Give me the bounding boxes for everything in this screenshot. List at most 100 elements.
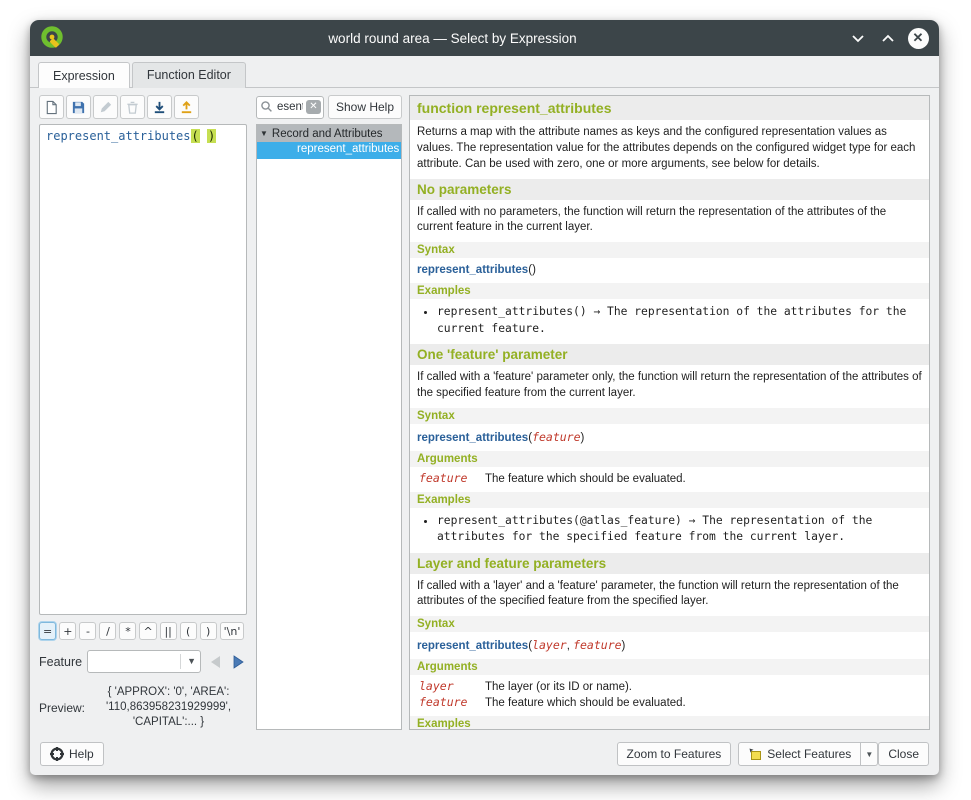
example-code: represent_attributes() [437, 305, 587, 318]
select-features-label: Select Features [767, 747, 851, 761]
example-code: represent_attributes(@atlas_feature) [437, 514, 682, 527]
help-section-heading: Layer and feature parameters [410, 553, 929, 574]
edit-expression-button[interactable] [93, 95, 118, 119]
operator-button-open-paren[interactable]: ( [180, 622, 197, 640]
operator-button-divide[interactable]: / [99, 622, 116, 640]
select-features-dropdown-button[interactable]: ▼ [861, 742, 878, 766]
import-expression-button[interactable] [147, 95, 172, 119]
operator-button-plus[interactable]: + [59, 622, 76, 640]
panel-splitter[interactable] [247, 95, 256, 730]
export-expression-button[interactable] [174, 95, 199, 119]
tab-function-editor[interactable]: Function Editor [132, 62, 246, 88]
preview-label: Preview: [39, 701, 85, 715]
help-panel-container: function represent_attributesReturns a m… [409, 95, 930, 730]
function-name: represent_attributes [417, 432, 528, 444]
feature-combobox[interactable]: ▼ [87, 650, 201, 673]
operator-button-close-paren[interactable]: ) [200, 622, 217, 640]
function-name: represent_attributes [417, 264, 528, 276]
operator-row: =+-/*^||()'\n' [39, 622, 247, 640]
next-feature-button[interactable] [229, 653, 247, 671]
help-button[interactable]: Help [40, 742, 104, 766]
feature-row: Feature ▼ [39, 650, 247, 673]
trash-icon [125, 100, 140, 115]
arguments-table: layerThe layer (or its ID or name).featu… [410, 675, 929, 714]
search-icon [260, 100, 273, 113]
open-paren-highlight: ( [191, 129, 200, 143]
select-features-split-button: Select Features ▼ [738, 742, 878, 766]
select-features-icon [748, 747, 762, 761]
tree-group-record-and-attributes[interactable]: ▼ Record and Attributes [257, 125, 401, 142]
help-paragraph: Returns a map with the attribute names a… [410, 120, 929, 177]
operator-button-minus[interactable]: - [79, 622, 96, 640]
preview-row: Preview: { 'APPROX': '0', 'AREA': '110,8… [39, 685, 247, 730]
close-window-button[interactable]: ✕ [907, 27, 929, 49]
tree-item-represent-attributes[interactable]: represent_attributes [257, 142, 401, 159]
close-icon: ✕ [908, 28, 929, 49]
help-panel: function represent_attributesReturns a m… [409, 95, 930, 730]
expression-toolbar [39, 95, 247, 119]
example-item: represent_attributes(@atlas_feature) → T… [437, 513, 929, 546]
help-subheading: Syntax [410, 242, 929, 258]
examples-list: represent_attributes() → The representat… [410, 304, 929, 337]
operator-button-equals[interactable]: = [39, 622, 56, 640]
window-title: world round area — Select by Expression [66, 31, 839, 46]
dialog-content: represent_attributes( ) =+-/*^||()'\n' F… [30, 88, 939, 736]
syntax-argument: layer [532, 638, 567, 652]
help-subheading: Arguments [410, 659, 929, 675]
select-features-button[interactable]: Select Features [738, 742, 861, 766]
expression-editor[interactable]: represent_attributes( ) [39, 124, 247, 615]
tab-expression[interactable]: Expression [38, 62, 130, 88]
help-subheading: Syntax [410, 616, 929, 632]
close-button[interactable]: Close [878, 742, 929, 766]
help-section-heading: One 'feature' parameter [410, 344, 929, 365]
zoom-to-features-button[interactable]: Zoom to Features [617, 742, 732, 766]
new-file-icon [44, 100, 59, 115]
clear-search-button[interactable]: ✕ [306, 100, 321, 114]
save-expression-button[interactable] [66, 95, 91, 119]
argument-description: The layer (or its ID or name). [485, 681, 922, 693]
select-by-expression-dialog: world round area — Select by Expression … [30, 20, 939, 775]
operator-button-power[interactable]: ^ [139, 622, 156, 640]
button-bar: Help Zoom to Features Select Features ▼ … [30, 736, 939, 775]
zoom-to-features-label: Zoom to Features [627, 747, 722, 761]
help-subheading: Examples [410, 492, 929, 508]
syntax-argument: feature [532, 430, 580, 444]
operator-button-newline[interactable]: '\n' [220, 622, 245, 640]
panel-gap [402, 95, 409, 730]
argument-description: The feature which should be evaluated. [485, 697, 922, 709]
argument-name: feature [419, 695, 485, 709]
function-list-panel: ✕ Show Help ▼ Record and Attributes repr… [256, 95, 402, 730]
help-subheading: Examples [410, 716, 929, 730]
help-subheading: Examples [410, 283, 929, 299]
function-tree: ▼ Record and Attributes represent_attrib… [256, 124, 402, 730]
help-icon [50, 747, 64, 761]
close-button-label: Close [888, 747, 919, 761]
operator-button-multiply[interactable]: * [119, 622, 136, 640]
syntax-code: represent_attributes(layer, feature) [410, 632, 929, 657]
tree-group-label: Record and Attributes [272, 128, 383, 140]
syntax-code: represent_attributes(feature) [410, 424, 929, 449]
show-help-button[interactable]: Show Help [328, 95, 402, 119]
search-row: ✕ Show Help [256, 95, 402, 119]
help-paragraph: If called with a 'layer' and a 'feature'… [410, 574, 929, 615]
collapse-triangle-icon: ▼ [260, 129, 268, 138]
help-section-heading: No parameters [410, 179, 929, 200]
argument-name: layer [419, 679, 485, 693]
maximize-button[interactable] [877, 27, 899, 49]
title-bar[interactable]: world round area — Select by Expression … [30, 20, 939, 56]
combo-arrow-icon: ▼ [180, 654, 196, 669]
dropdown-arrow-icon: ▼ [865, 750, 873, 759]
help-subheading: Arguments [410, 451, 929, 467]
tab-bar: Expression Function Editor [30, 56, 939, 88]
download-arrow-icon [152, 100, 167, 115]
operator-button-concat[interactable]: || [160, 622, 177, 640]
help-paragraph: If called with a 'feature' parameter onl… [410, 365, 929, 406]
close-paren-highlight: ) [207, 129, 216, 143]
new-expression-button[interactable] [39, 95, 64, 119]
argument-description: The feature which should be evaluated. [485, 473, 922, 485]
shade-button[interactable] [847, 27, 869, 49]
previous-feature-button[interactable] [206, 653, 224, 671]
delete-expression-button[interactable] [120, 95, 145, 119]
help-button-label: Help [69, 747, 94, 761]
chevron-up-icon [881, 34, 895, 43]
